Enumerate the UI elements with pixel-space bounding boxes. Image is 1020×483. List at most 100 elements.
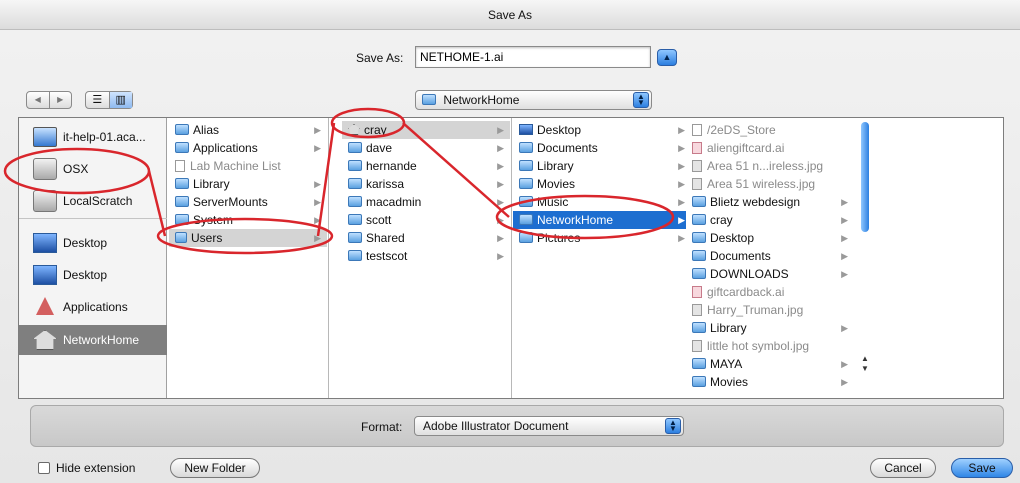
item-label: dave (366, 141, 393, 155)
save-as-filename-input[interactable] (415, 46, 651, 68)
sidebar-item-it-help[interactable]: it-help-01.aca... (19, 122, 167, 152)
list-item[interactable]: Blietz webdesign ▶ (686, 193, 854, 211)
list-item[interactable]: dave ▶ (342, 139, 510, 157)
list-item[interactable]: /2eDS_Store (686, 121, 854, 139)
folder-icon (692, 214, 706, 225)
chevron-right-icon: ▶ (497, 251, 504, 261)
folder-icon (348, 178, 362, 189)
browser-column-users: cray ▶ dave ▶ hernande ▶ karissa ▶ macadmin ▶… (342, 118, 512, 398)
item-label: Area 51 wireless.jpg (707, 177, 816, 191)
folder-icon (175, 178, 189, 189)
chevron-right-icon: ▶ (841, 233, 848, 243)
list-item[interactable]: Area 51 n...ireless.jpg (686, 157, 854, 175)
list-item[interactable]: Desktop ▶ (513, 121, 691, 139)
folder-icon (175, 124, 189, 135)
new-folder-button[interactable]: New Folder (170, 458, 260, 478)
browser-column-cray: Desktop ▶ Documents ▶ Library ▶ Movies ▶ Mus… (513, 118, 693, 398)
list-item[interactable]: scott ▶ (342, 211, 510, 229)
sidebar-item-applications[interactable]: Applications (19, 292, 167, 322)
list-item[interactable]: DOWNLOADS ▶ (686, 265, 854, 283)
back-arrow-icon[interactable]: ◀ (27, 92, 50, 108)
list-item[interactable]: karissa ▶ (342, 175, 510, 193)
forward-arrow-icon[interactable]: ▶ (50, 92, 72, 108)
list-item[interactable]: giftcardback.ai (686, 283, 854, 301)
format-label: Format: (361, 420, 403, 434)
folder-icon (348, 250, 362, 261)
expand-dialog-button[interactable]: ▲ (657, 49, 677, 66)
browser-column-root: Alias ▶ Applications ▶ Lab Machine List Li… (169, 118, 329, 398)
list-item[interactable]: Harry_Truman.jpg (686, 301, 854, 319)
scroll-arrows-icon[interactable]: ▲ ▼ (859, 354, 871, 378)
item-label: cray (710, 213, 733, 227)
list-item[interactable]: Library ▶ (513, 157, 691, 175)
list-item[interactable]: testscot ▶ (342, 247, 510, 265)
list-item-selected[interactable]: NetworkHome ▶ (513, 211, 691, 229)
sidebar-item-osx[interactable]: OSX (19, 154, 167, 184)
list-item[interactable]: MAYA ▶ (686, 355, 854, 373)
list-item[interactable]: Library ▶ (686, 319, 854, 337)
folder-icon (175, 214, 189, 225)
chevron-right-icon: ▶ (497, 179, 504, 189)
cancel-button[interactable]: Cancel (870, 458, 936, 478)
list-item[interactable]: Music ▶ (513, 193, 691, 211)
users-folder-icon (175, 232, 187, 243)
chevron-right-icon: ▶ (314, 197, 321, 207)
item-label: hernande (366, 159, 417, 173)
format-popup[interactable]: Adobe Illustrator Document ▲ ▼ (414, 416, 684, 436)
scrollbar-thumb[interactable] (861, 122, 869, 232)
chevron-right-icon: ▶ (497, 161, 504, 171)
list-item[interactable]: Area 51 wireless.jpg (686, 175, 854, 193)
item-label: scott (366, 213, 392, 227)
list-item[interactable]: cray ▶ (686, 211, 854, 229)
chevron-right-icon: ▶ (314, 143, 321, 153)
list-item[interactable]: macadmin ▶ (342, 193, 510, 211)
sidebar-item-desktop-2[interactable]: Desktop (19, 260, 167, 290)
location-popup-value: NetworkHome (443, 93, 520, 107)
desktop-folder-icon (519, 124, 533, 135)
save-as-label: Save As: (356, 51, 404, 65)
list-item[interactable]: Documents ▶ (686, 247, 854, 265)
location-popup[interactable]: NetworkHome ▲ ▼ (415, 90, 652, 110)
home-icon (348, 124, 360, 135)
sidebar-item-localscratch[interactable]: LocalScratch (19, 186, 167, 216)
sidebar-item-networkhome[interactable]: NetworkHome (19, 325, 167, 355)
sidebar-item-desktop[interactable]: Desktop (19, 228, 167, 258)
folder-icon (519, 232, 533, 243)
chevron-right-icon: ▶ (841, 359, 848, 369)
list-item[interactable]: Desktop ▶ (686, 229, 854, 247)
list-item[interactable]: aliengiftcard.ai (686, 139, 854, 157)
list-view-icon[interactable]: ☰ (86, 92, 110, 108)
list-item[interactable]: Pictures ▶ (513, 229, 691, 247)
list-item[interactable]: Applications ▶ (169, 139, 327, 157)
list-item[interactable]: Alias ▶ (169, 121, 327, 139)
list-item[interactable]: System ▶ (169, 211, 327, 229)
item-label: Library (710, 321, 747, 335)
hide-extension-checkbox[interactable] (38, 462, 50, 474)
item-label: DOWNLOADS (710, 267, 789, 281)
column-view-icon[interactable]: ▥ (109, 92, 132, 108)
folder-icon (519, 142, 533, 153)
list-item[interactable]: Shared ▶ (342, 229, 510, 247)
list-item[interactable]: Documents ▶ (513, 139, 691, 157)
hide-extension-label: Hide extension (56, 461, 136, 475)
list-item[interactable]: Lab Machine List (169, 157, 327, 175)
list-item[interactable]: ServerMounts ▶ (169, 193, 327, 211)
chevron-right-icon: ▶ (678, 215, 685, 225)
list-item[interactable]: Movies ▶ (513, 175, 691, 193)
save-button[interactable]: Save (951, 458, 1013, 478)
list-item[interactable]: hernande ▶ (342, 157, 510, 175)
item-label: Area 51 n...ireless.jpg (707, 159, 824, 173)
list-item-selected[interactable]: Users ▶ (169, 229, 327, 247)
chevron-right-icon: ▶ (678, 197, 685, 207)
chevron-right-icon: ▶ (314, 215, 321, 225)
list-item[interactable]: Movies ▶ (686, 373, 854, 391)
chevron-right-icon: ▶ (497, 233, 504, 243)
item-label: MAYA (710, 357, 743, 371)
folder-icon (175, 196, 189, 207)
list-item[interactable]: Library ▶ (169, 175, 327, 193)
list-item-selected[interactable]: cray ▶ (342, 121, 510, 139)
applications-icon (33, 297, 57, 317)
chevron-right-icon: ▶ (678, 161, 685, 171)
save-as-dialog: Save As Save As: ▲ ◀ ▶ ☰ ▥ NetworkHome ▲… (0, 0, 1020, 483)
list-item[interactable]: little hot symbol.jpg (686, 337, 854, 355)
